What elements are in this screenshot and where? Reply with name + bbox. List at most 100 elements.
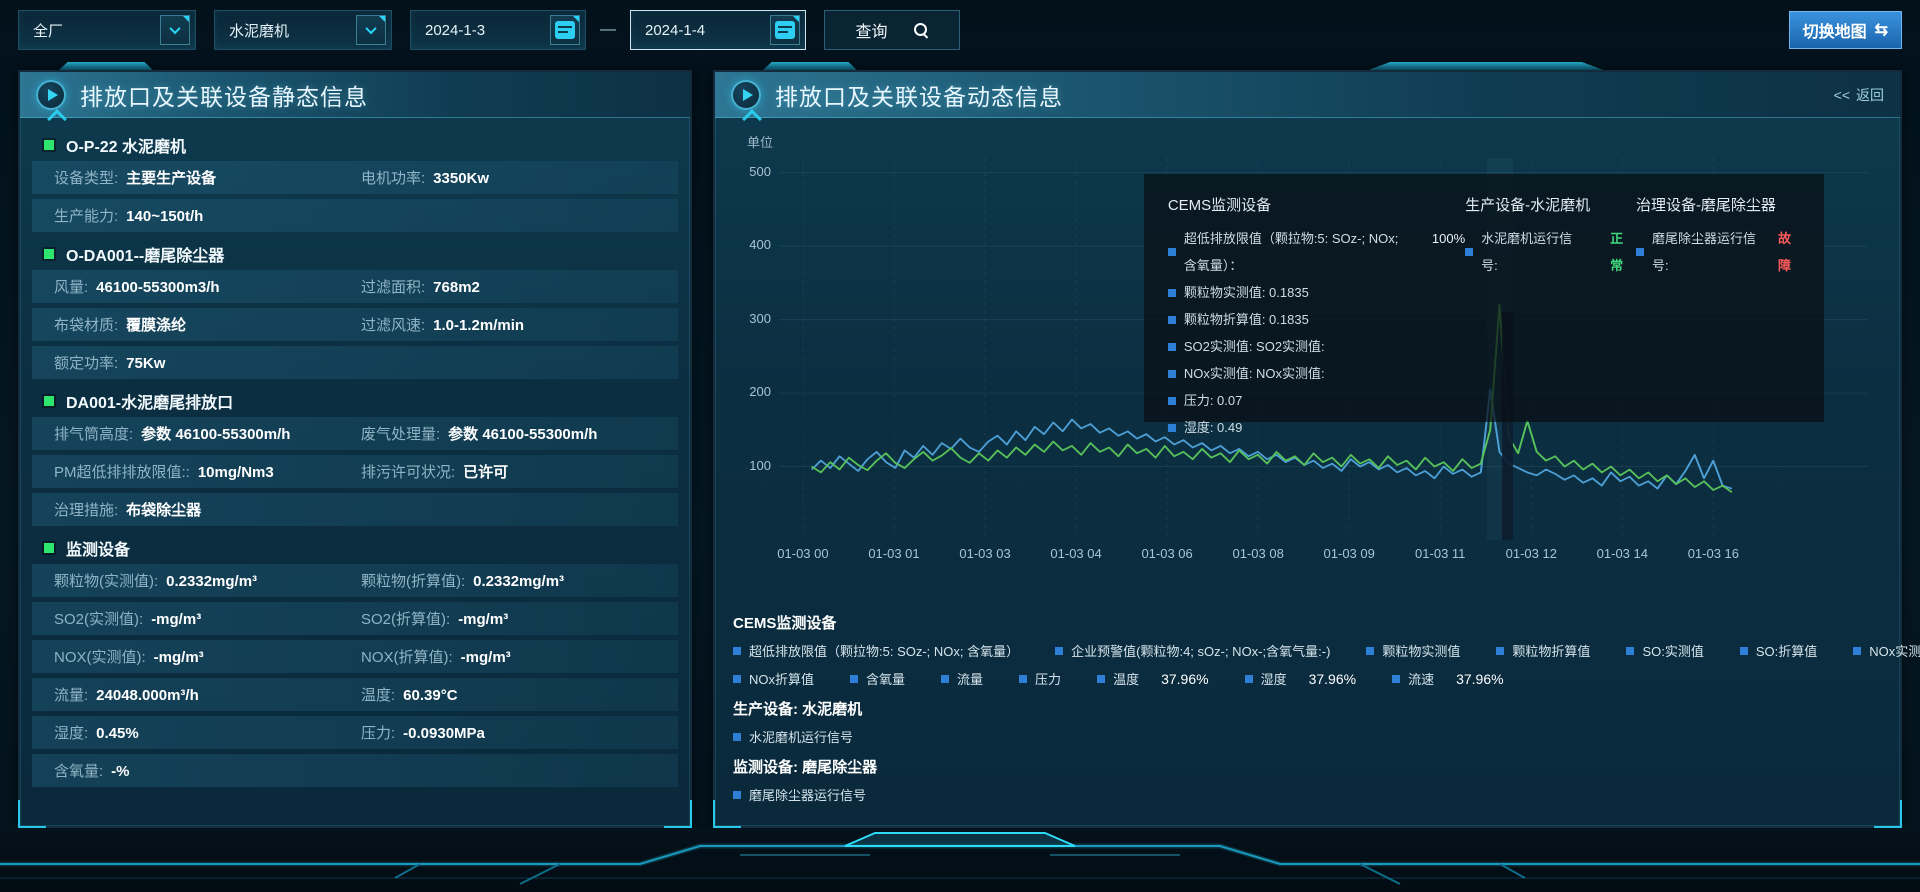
x-axis-tick: 01-03 01 xyxy=(868,546,919,561)
info-value: -mg/m³ xyxy=(458,611,508,628)
section-title-text: O-P-22 水泥磨机 xyxy=(66,133,186,157)
legend-item[interactable]: 颗粒物折算值 xyxy=(1496,641,1590,660)
legend-item[interactable]: 流量 xyxy=(941,669,983,688)
dashboard: 全厂 水泥磨机 2024-1-3 — 2024-1-4 查询 切换地图 ⇆ xyxy=(0,0,1920,892)
legend-item[interactable]: 水泥磨机运行信号 xyxy=(733,727,853,746)
production-status-value: 正常 xyxy=(1610,225,1636,279)
tooltip-row: 超低排放限值（颗拉物:5: SOz-; NOx; 含氧量）：100% xyxy=(1168,225,1465,279)
info-value: 参数 46100-55300m/h xyxy=(141,423,290,444)
legend-item-label: 湿度 xyxy=(1261,669,1287,688)
tooltip-row: NOx实测值: NOx实测值: xyxy=(1168,360,1465,387)
chevron-down-icon[interactable] xyxy=(160,15,190,45)
section-title: O-P-22 水泥磨机 xyxy=(32,128,678,161)
legend-item[interactable]: NOx折算值 xyxy=(733,669,814,688)
info-cell: 生产能力:140~150t/h xyxy=(54,205,668,226)
legend-square-icon xyxy=(1392,675,1400,683)
legend-item[interactable]: 企业预警值(颗粒物:4; sOz-; NOx-;含氧气量:-) xyxy=(1055,641,1330,660)
info-row: 生产能力:140~150t/h xyxy=(32,199,678,232)
x-axis-tick: 01-03 11 xyxy=(1415,546,1465,561)
tooltip-row: 水泥磨机运行信号: 正常 xyxy=(1465,225,1636,279)
legend-item[interactable]: SO:实测值 xyxy=(1626,641,1703,660)
legend-square-icon xyxy=(1168,370,1176,378)
info-label: 含氧量: xyxy=(54,760,103,781)
static-info-panel-title: 排放口及关联设备静态信息 xyxy=(80,78,368,112)
legend-item[interactable]: SO:折算值 xyxy=(1740,641,1817,660)
footer-decoration xyxy=(0,828,1920,892)
date-to-input[interactable]: 2024-1-4 xyxy=(630,10,806,50)
legend-item-label: 流量 xyxy=(957,669,983,688)
y-axis-tick: 500 xyxy=(749,164,771,179)
x-axis-tick: 01-03 00 xyxy=(777,546,828,561)
legend-item[interactable]: NOx实测值 xyxy=(1853,641,1920,660)
footer-lines xyxy=(0,828,1920,892)
date-from-value: 2024-1-3 xyxy=(425,22,485,39)
legend-item-label: SO:折算值 xyxy=(1756,641,1817,660)
static-info-panel-header: 排放口及关联设备静态信息 xyxy=(20,72,690,118)
play-circle-icon xyxy=(36,80,66,110)
info-label: 颗粒物(实测值): xyxy=(54,570,158,591)
plant-select[interactable]: 全厂 xyxy=(18,10,196,50)
play-circle-icon xyxy=(731,80,761,110)
legend-item[interactable]: 流速 37.96% xyxy=(1392,669,1504,688)
legend-row: 磨尾除尘器运行信号 xyxy=(733,785,1882,804)
info-cell: 电机功率:3350Kw xyxy=(361,167,668,188)
info-cell: 过滤面积:768m2 xyxy=(361,276,668,297)
legend-production-title: 生产设备: 水泥磨机 xyxy=(733,698,1882,719)
chart-plot-area[interactable]: CEMS监测设备 超低排放限值（颗拉物:5: SOz-; NOx; 含氧量）：1… xyxy=(779,158,1868,540)
tooltip-cems-column: CEMS监测设备 超低排放限值（颗拉物:5: SOz-; NOx; 含氧量）：1… xyxy=(1168,194,1465,408)
legend-item[interactable]: 压力 xyxy=(1019,669,1061,688)
info-cell: 颗粒物(实测值):0.2332mg/m³ xyxy=(54,570,361,591)
info-value: 覆膜涤纶 xyxy=(126,314,186,335)
legend-square-icon xyxy=(941,675,949,683)
green-square-bullet xyxy=(44,543,54,553)
tooltip-production-title: 生产设备-水泥磨机 xyxy=(1465,194,1636,215)
x-axis-tick: 01-03 03 xyxy=(959,546,1010,561)
topbar: 全厂 水泥磨机 2024-1-3 — 2024-1-4 查询 切换地图 ⇆ xyxy=(18,8,1902,52)
legend-item-label: 颗粒物折算值 xyxy=(1512,641,1590,660)
emissions-chart[interactable]: 单位 CEMS监测设备 超低排放限值（颗拉物:5: SOz-; NOx; 含氧量… xyxy=(733,124,1882,602)
legend-row: 超低排放限值（颗拉物:5: SOz-; NOx; 含氧量） 企业预警值(颗粒物:4… xyxy=(733,641,1882,660)
date-from-input[interactable]: 2024-1-3 xyxy=(410,10,586,50)
query-button-label: 查询 xyxy=(855,18,887,42)
dynamic-info-panel-title: 排放口及关联设备动态信息 xyxy=(775,78,1063,112)
info-label: PM超低排排放限值:: xyxy=(54,461,190,482)
tooltip-production-column: 生产设备-水泥磨机 水泥磨机运行信号: 正常 xyxy=(1465,194,1636,408)
info-cell: 风量:46100-55300m3/h xyxy=(54,276,361,297)
static-info-panel: 排放口及关联设备静态信息 O-P-22 水泥磨机设备类型:主要生产设备电机功率:… xyxy=(18,70,692,828)
switch-map-button[interactable]: 切换地图 ⇆ xyxy=(1789,11,1902,49)
back-button[interactable]: << 返回 xyxy=(1834,72,1884,118)
legend-item[interactable]: 湿度37.96% xyxy=(1245,669,1357,688)
legend-square-icon xyxy=(1496,647,1504,655)
device-select[interactable]: 水泥磨机 xyxy=(214,10,392,50)
legend-item[interactable]: 磨尾除尘器运行信号 xyxy=(733,785,866,804)
info-row: 排气筒高度:参数 46100-55300m/h废气处理量:参数 46100-55… xyxy=(32,417,678,450)
legend-item-label: NOx折算值 xyxy=(749,669,814,688)
info-value: 24048.000m³/h xyxy=(96,687,199,704)
info-value: -% xyxy=(111,763,129,780)
calendar-icon[interactable] xyxy=(770,15,800,45)
x-axis: 01-03 0001-03 0101-03 0301-03 0401-03 06… xyxy=(779,546,1868,566)
treatment-status-value: 故障 xyxy=(1778,225,1800,279)
chevron-down-icon[interactable] xyxy=(356,15,386,45)
query-button[interactable]: 查询 xyxy=(824,10,960,50)
legend-item-value: 37.96% xyxy=(1456,671,1503,687)
green-square-bullet xyxy=(44,249,54,259)
info-row: 风量:46100-55300m3/h过滤面积:768m2 xyxy=(32,270,678,303)
legend-item-label: 压力 xyxy=(1035,669,1061,688)
tooltip-row-label: NOx实测值: NOx实测值: xyxy=(1184,360,1325,387)
legend-item[interactable]: 颗粒物实测值 xyxy=(1366,641,1460,660)
legend-item[interactable]: 温度37.96% xyxy=(1097,669,1209,688)
info-row: 湿度:0.45%压力:-0.0930MPa xyxy=(32,716,678,749)
legend-item[interactable]: 超低排放限值（颗拉物:5: SOz-; NOx; 含氧量） xyxy=(733,641,1019,660)
calendar-icon[interactable] xyxy=(550,15,580,45)
legend-square-icon xyxy=(1626,647,1634,655)
green-square-bullet xyxy=(44,396,54,406)
tooltip-treatment-column: 治理设备-磨尾除尘器 磨尾除尘器运行信号: 故障 xyxy=(1636,194,1801,408)
info-value: 0.2332mg/m³ xyxy=(473,573,564,590)
legend-item[interactable]: 含氧量 xyxy=(850,669,905,688)
tooltip-row-label: 压力: 0.07 xyxy=(1184,387,1243,414)
legend-square-icon xyxy=(1168,343,1176,351)
legend-item-label: 磨尾除尘器运行信号 xyxy=(749,785,866,804)
legend-item-label: 流速 xyxy=(1408,669,1434,688)
info-cell: 过滤风速:1.0-1.2m/min xyxy=(361,314,668,335)
